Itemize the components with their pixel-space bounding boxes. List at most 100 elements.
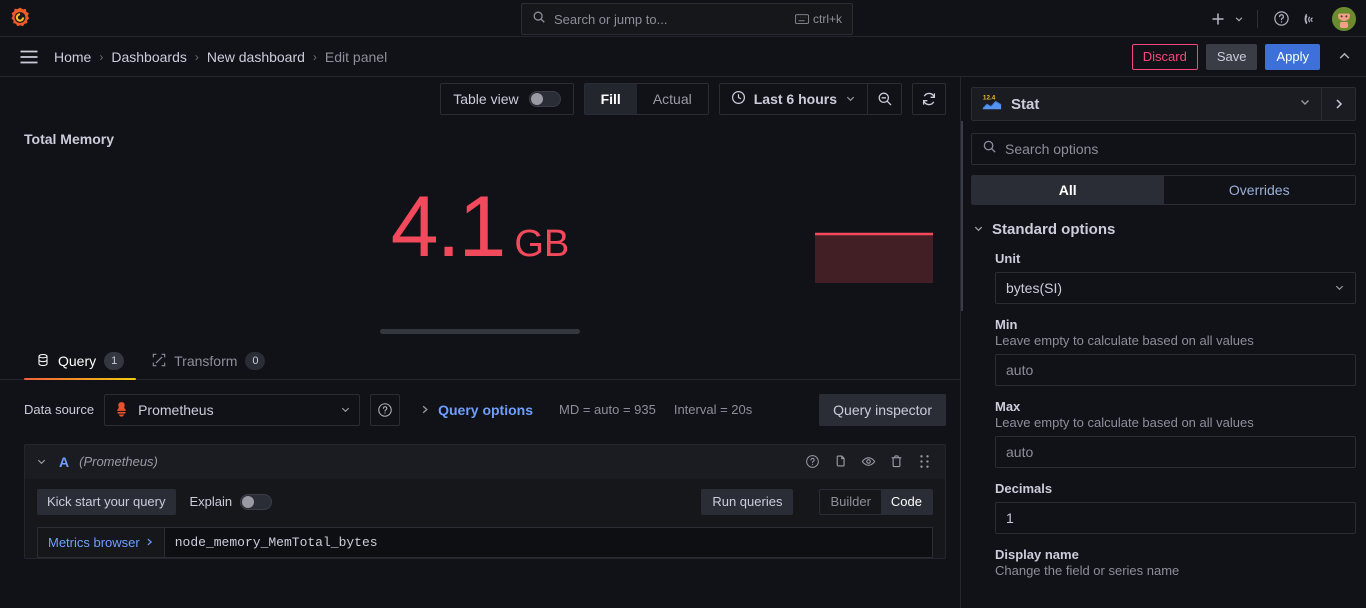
builder-option[interactable]: Builder [820,490,880,514]
standard-options-section: Standard options Unit bytes(SI) [971,221,1356,578]
chevron-down-icon[interactable] [1231,6,1247,32]
tab-all[interactable]: All [972,176,1164,204]
options-scroll-area[interactable]: Search options All Overrides Standard op… [961,121,1366,608]
metrics-browser-label: Metrics browser [48,535,140,550]
table-view-toggle[interactable]: Table view [440,83,573,115]
all-overrides-tabs: All Overrides [971,175,1356,205]
prometheus-icon [113,401,130,418]
decimals-field: Decimals 1 [973,481,1356,534]
data-source-help-icon[interactable] [370,394,400,426]
kick-start-query-button[interactable]: Kick start your query [37,489,176,515]
stat-number: 4.1 [391,187,505,269]
unit-select[interactable]: bytes(SI) [995,272,1356,304]
explain-toggle[interactable]: Explain [190,494,273,510]
time-range-controls: Last 6 hours [719,83,902,115]
panel-toolbar: Table view Fill Actual Last 6 hours [0,77,960,121]
fill-option[interactable]: Fill [585,84,637,114]
refresh-button[interactable] [912,83,946,115]
standard-options-title: Standard options [992,221,1115,238]
zoom-out-button[interactable] [867,84,901,114]
min-field: Min Leave empty to calculate based on al… [973,317,1356,386]
min-description: Leave empty to calculate based on all va… [995,333,1356,348]
time-range-picker[interactable]: Last 6 hours [720,84,867,114]
min-label: Min [995,317,1356,332]
visualization-area: Total Memory 4.1 GB [0,121,960,344]
rss-icon[interactable] [1298,6,1324,32]
breadcrumb-separator: › [195,50,199,64]
query-options-toggle[interactable]: Query options [420,402,533,418]
run-queries-button[interactable]: Run queries [701,489,793,515]
max-data-points-meta: MD = auto = 935 [559,402,656,417]
grafana-logo[interactable] [0,6,40,30]
close-options-pane-button[interactable] [1321,88,1355,120]
decimals-input[interactable]: 1 [995,502,1356,534]
tab-query-count: 1 [104,352,124,370]
max-description: Leave empty to calculate based on all va… [995,415,1356,430]
tab-overrides[interactable]: Overrides [1164,176,1356,204]
query-ref-id[interactable]: A [59,454,69,470]
plus-icon[interactable] [1205,6,1231,32]
query-row-a: A (Prometheus) [24,444,946,559]
unit-label: Unit [995,251,1356,266]
trash-icon[interactable] [887,453,905,471]
display-name-field: Display name Change the field or series … [973,547,1356,578]
data-source-row: Data source Prometheus [24,394,946,426]
tab-transform-label: Transform [174,353,237,369]
discard-button[interactable]: Discard [1132,44,1198,70]
explain-label: Explain [190,494,233,509]
promql-expression-input[interactable]: node_memory_MemTotal_bytes [164,527,933,558]
copy-icon[interactable] [831,453,849,471]
database-icon [36,353,50,370]
actual-option[interactable]: Actual [637,84,708,114]
breadcrumb-item-home[interactable]: Home [54,49,91,65]
visualization-picker-main[interactable]: 12.4 Stat [972,88,1321,120]
help-circle-icon[interactable] [1268,6,1294,32]
tab-transform[interactable]: Transform 0 [140,344,277,379]
breadcrumb-bar: Home › Dashboards › New dashboard › Edit… [0,37,1366,77]
drag-handle-icon[interactable] [915,453,933,471]
breadcrumb-item-dashboards[interactable]: Dashboards [111,49,187,65]
chevron-down-icon[interactable] [33,456,49,467]
search-placeholder: Search or jump to... [554,12,787,27]
stat-sparkline [815,231,933,283]
breadcrumb-item-edit-panel: Edit panel [325,49,387,65]
create-new-button[interactable] [1205,6,1247,32]
metrics-browser-button[interactable]: Metrics browser [37,527,164,558]
clock-icon [731,90,746,108]
user-avatar[interactable] [1332,7,1356,31]
chevron-down-icon [845,91,856,107]
query-inspector-button[interactable]: Query inspector [819,394,946,426]
query-datasource-note: (Prometheus) [79,454,158,469]
tab-query[interactable]: Query 1 [24,344,136,379]
edit-panel-body: Table view Fill Actual Last 6 hours [0,77,1366,608]
global-search-box[interactable]: Search or jump to... ctrl+k [521,3,853,35]
help-circle-icon[interactable] [803,453,821,471]
query-controls-row: Kick start your query Explain Run querie… [37,489,933,515]
stat-panel[interactable]: Total Memory 4.1 GB [14,121,946,336]
data-source-picker[interactable]: Prometheus [104,394,360,426]
nav-divider [1257,10,1258,28]
chevron-right-icon [420,402,430,418]
options-scrollbar[interactable] [961,121,963,311]
menu-toggle-button[interactable] [14,42,44,72]
query-row-header: A (Prometheus) [25,445,945,479]
code-option[interactable]: Code [881,490,932,514]
table-view-switch[interactable] [529,91,561,107]
explain-switch[interactable] [240,494,272,510]
apply-button[interactable]: Apply [1265,44,1320,70]
max-field: Max Leave empty to calculate based on al… [973,399,1356,468]
min-input[interactable]: auto [995,354,1356,386]
topnav-actions [1205,0,1356,37]
collapse-chevron-icon[interactable] [1332,45,1356,69]
interval-meta: Interval = 20s [674,402,752,417]
query-options-label: Query options [438,402,533,418]
eye-icon[interactable] [859,453,877,471]
breadcrumb-item-new-dashboard[interactable]: New dashboard [207,49,305,65]
standard-options-header[interactable]: Standard options [973,221,1356,238]
panel-resize-handle[interactable] [380,329,580,334]
search-options-input[interactable]: Search options [971,133,1356,165]
max-input[interactable]: auto [995,436,1356,468]
transform-icon [152,353,166,370]
save-button[interactable]: Save [1206,44,1258,70]
switch-knob [531,93,543,105]
